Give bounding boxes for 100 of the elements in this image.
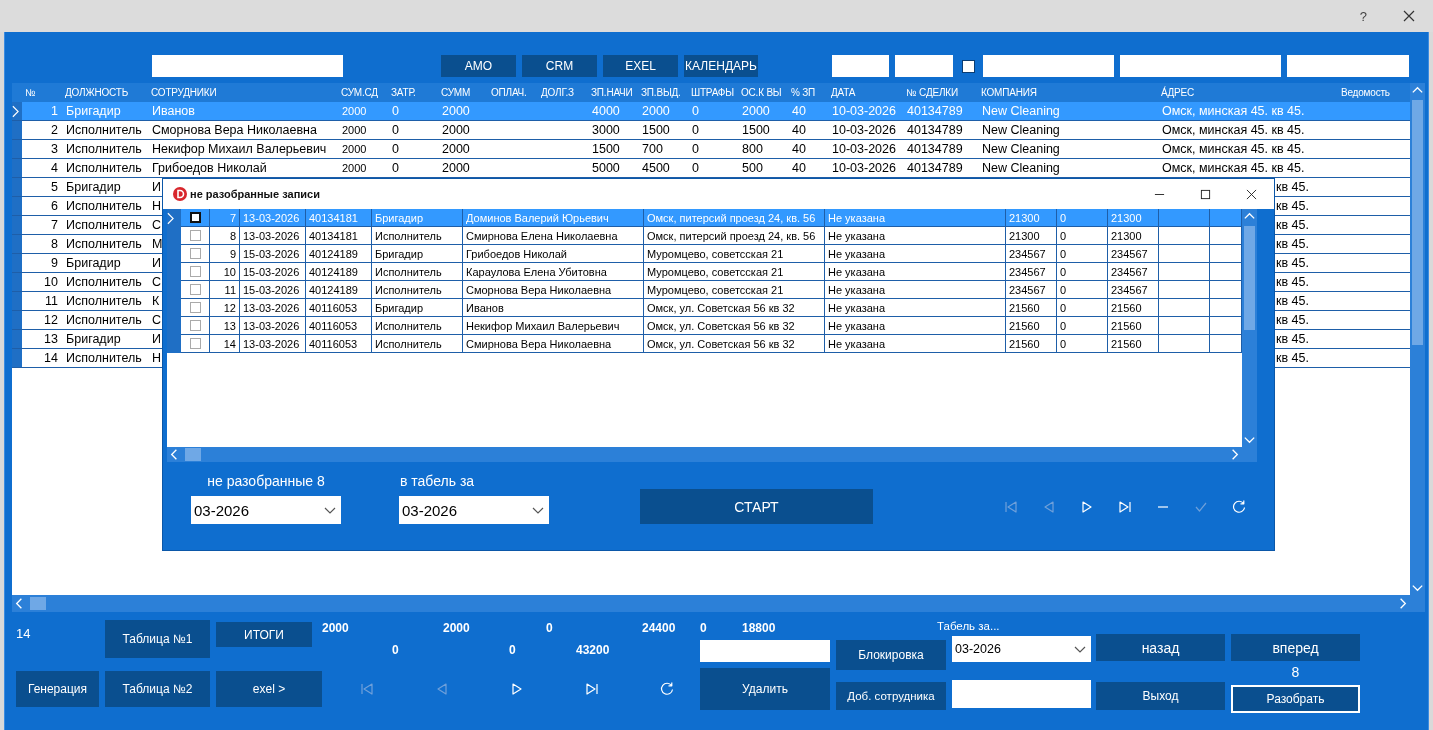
table-row[interactable]: 14 13-03-2026 40116053 Исполнитель Смирнова Вера Николаевна Омск, ул. Советская 56 кв 32 Не указана 21560 0 21560 [167, 335, 1242, 353]
column-header[interactable]: СОТРУДНИКИ [148, 87, 338, 98]
column-header[interactable]: СУММ [438, 87, 488, 98]
row-header[interactable] [12, 102, 22, 120]
input-field[interactable] [700, 640, 830, 662]
table-cell: 6 [51, 199, 58, 213]
close-icon[interactable] [1403, 10, 1415, 22]
column-header[interactable]: № СДЕЛКИ [903, 87, 978, 98]
lock-button[interactable]: Блокировка [836, 640, 946, 670]
column-header[interactable]: КОМПАНИЯ [978, 87, 1158, 98]
checkbox[interactable] [189, 320, 201, 331]
toolbar-button[interactable]: EXEL [603, 55, 678, 77]
checkbox[interactable] [189, 248, 201, 259]
table-cell: 40 [792, 104, 806, 118]
column-header[interactable]: ДАТА [828, 87, 903, 98]
delete-button[interactable]: Удалить [700, 668, 830, 710]
search-field[interactable] [152, 55, 343, 77]
table-cell: 234567 [1108, 245, 1159, 263]
column-header[interactable]: Ведомость [1338, 87, 1410, 98]
table-button[interactable]: Таблица №2 [105, 671, 210, 707]
column-header[interactable]: А́ДРЕС [1158, 87, 1338, 98]
table-row[interactable]: 9 15-03-2026 40124189 Бригадир Грибоедов Николай Муромцево, советсская 21 Не указана 234567 0 234567 [167, 245, 1242, 263]
column-header[interactable]: ШТРАФЫ [688, 87, 738, 98]
start-button[interactable]: СТАРТ [640, 489, 873, 524]
back-button[interactable]: назад [1096, 634, 1225, 661]
table-cell: 40124189 [306, 245, 372, 263]
toolbar-button[interactable]: CRM [522, 55, 597, 77]
column-header[interactable]: % ЗП [788, 87, 828, 98]
table-cell: Исполнитель [372, 263, 463, 281]
checkbox[interactable] [189, 284, 201, 295]
table-cell: New Cleaning [982, 123, 1060, 137]
table-cell: Исполнитель [66, 142, 142, 156]
column-header[interactable]: ОПЛАЧ. [488, 87, 538, 98]
totals-button[interactable]: ИТОГИ [216, 622, 312, 647]
column-header[interactable]: ОС.К ВЫ [738, 87, 788, 98]
period-select[interactable]: 03-2026 [399, 496, 549, 524]
dialog-title: не разобранные записи [190, 188, 321, 200]
skip-last-icon[interactable] [1117, 499, 1133, 515]
scroll-thumb[interactable] [1412, 100, 1423, 345]
table-cell: 3000 [592, 123, 620, 137]
input-field[interactable] [1287, 55, 1409, 77]
period-select[interactable]: 03-2026 [952, 636, 1091, 662]
table-row[interactable]: 10 15-03-2026 40124189 Исполнитель Караулова Елена Убитовна Муромцево, советсская 21 Не указана 234567 0 234567 [167, 263, 1242, 281]
vertical-scrollbar[interactable] [1410, 83, 1425, 595]
horizontal-scrollbar[interactable] [12, 595, 1425, 612]
help-button[interactable]: ? [1359, 8, 1367, 24]
table-cell: 10-03-2026 [832, 161, 896, 175]
table-cell: Не указана [825, 263, 1006, 281]
checkbox[interactable] [189, 302, 201, 313]
maximize-icon[interactable] [1200, 188, 1211, 200]
input-field[interactable] [1120, 55, 1281, 77]
checkbox[interactable] [189, 338, 201, 349]
toolbar-button[interactable]: AMO [441, 55, 516, 77]
add-employee-button[interactable]: Доб. сотрудника [836, 682, 946, 710]
checkbox[interactable] [189, 230, 201, 241]
table-button[interactable]: Таблица №1 [105, 620, 210, 658]
scroll-thumb[interactable] [185, 448, 201, 461]
table-cell: С [152, 313, 162, 327]
input-field[interactable] [832, 55, 889, 77]
column-header[interactable]: ДОЛЖНОСТЬ [62, 87, 148, 98]
table-cell: И [152, 332, 161, 346]
forward-button[interactable]: вперед [1231, 634, 1360, 661]
exit-button[interactable]: Выход [1096, 682, 1225, 710]
checkbox[interactable] [189, 212, 201, 223]
input-field[interactable] [983, 55, 1114, 77]
table-cell: Муромцево, советсская 21 [644, 245, 825, 263]
table-row[interactable]: 13 13-03-2026 40116053 Исполнитель Некифор Михаил Валерьевич Омск, ул. Советская 56 кв 32 Не указана 21560 0 21560 [167, 317, 1242, 335]
table-row[interactable]: 3 Исполнитель Некифор Михаил Валерьевич 2000 0 2000 1500 700 0 800 40 10-03-2026 40134789 New Cleaning Омск, минская 45. кв 45. [12, 140, 1410, 159]
table-row[interactable]: 4 Исполнитель Грибоедов Николай 2000 0 2000 5000 4500 0 500 40 10-03-2026 40134789 New Cleaning Омск, минская 45. кв 45. [12, 159, 1410, 178]
column-header[interactable]: ЗП.НАЧИ [588, 87, 638, 98]
column-header[interactable]: ДОЛГ.З [538, 87, 588, 98]
horizontal-scrollbar[interactable] [167, 447, 1257, 462]
column-header[interactable]: СУМ.СД [338, 87, 388, 98]
period-select[interactable]: 03-2026 [191, 496, 341, 524]
vertical-scrollbar[interactable] [1242, 209, 1257, 447]
generate-button[interactable]: Генерация [16, 671, 99, 707]
table-row[interactable]: 12 13-03-2026 40116053 Бригадир Иванов Омск, ул. Советская 56 кв 32 Не указана 21560 0 21560 [167, 299, 1242, 317]
table-row[interactable]: 11 15-03-2026 40124189 Исполнитель Сморнова Вера Николаевна Муромцево, советсская 21 Не указана 234567 0 234567 [167, 281, 1242, 299]
column-header[interactable]: ЗП.ВЫД. [638, 87, 688, 98]
refresh-icon[interactable] [1231, 499, 1247, 515]
input-field[interactable] [895, 55, 953, 77]
table-cell: кв 45. [1276, 294, 1309, 308]
checkbox[interactable] [962, 59, 975, 73]
excel-button[interactable]: exel > [216, 671, 322, 707]
checkbox[interactable] [189, 266, 201, 277]
scroll-thumb[interactable] [1244, 226, 1255, 330]
table-row[interactable]: 2 Исполнитель Сморнова Вера Николаевна 2000 0 2000 3000 1500 0 1500 40 10-03-2026 40134789 New Cleaning Омск, минская 45. кв 45. [12, 121, 1410, 140]
refresh-icon[interactable] [659, 681, 675, 697]
row-header[interactable] [167, 209, 181, 227]
skip-last-icon[interactable] [584, 681, 600, 697]
column-header[interactable]: ЗАТР. [388, 87, 438, 98]
column-header[interactable]: № [22, 87, 62, 98]
toolbar-button[interactable]: КАЛЕНДАРЬ [684, 55, 758, 77]
scroll-thumb[interactable] [30, 597, 46, 610]
sort-button[interactable]: Разобрать [1231, 685, 1360, 713]
table-row[interactable]: 8 13-03-2026 40134181 Исполнитель Смирнова Елена Николаевна Омск, питерсий проезд 24, кв. 56 Не указана 21300 0 21300 [167, 227, 1242, 245]
close-icon[interactable] [1246, 188, 1257, 200]
table-cell: 13-03-2026 [240, 299, 306, 317]
table-cell: Н [152, 199, 162, 213]
input-field[interactable] [952, 680, 1091, 708]
